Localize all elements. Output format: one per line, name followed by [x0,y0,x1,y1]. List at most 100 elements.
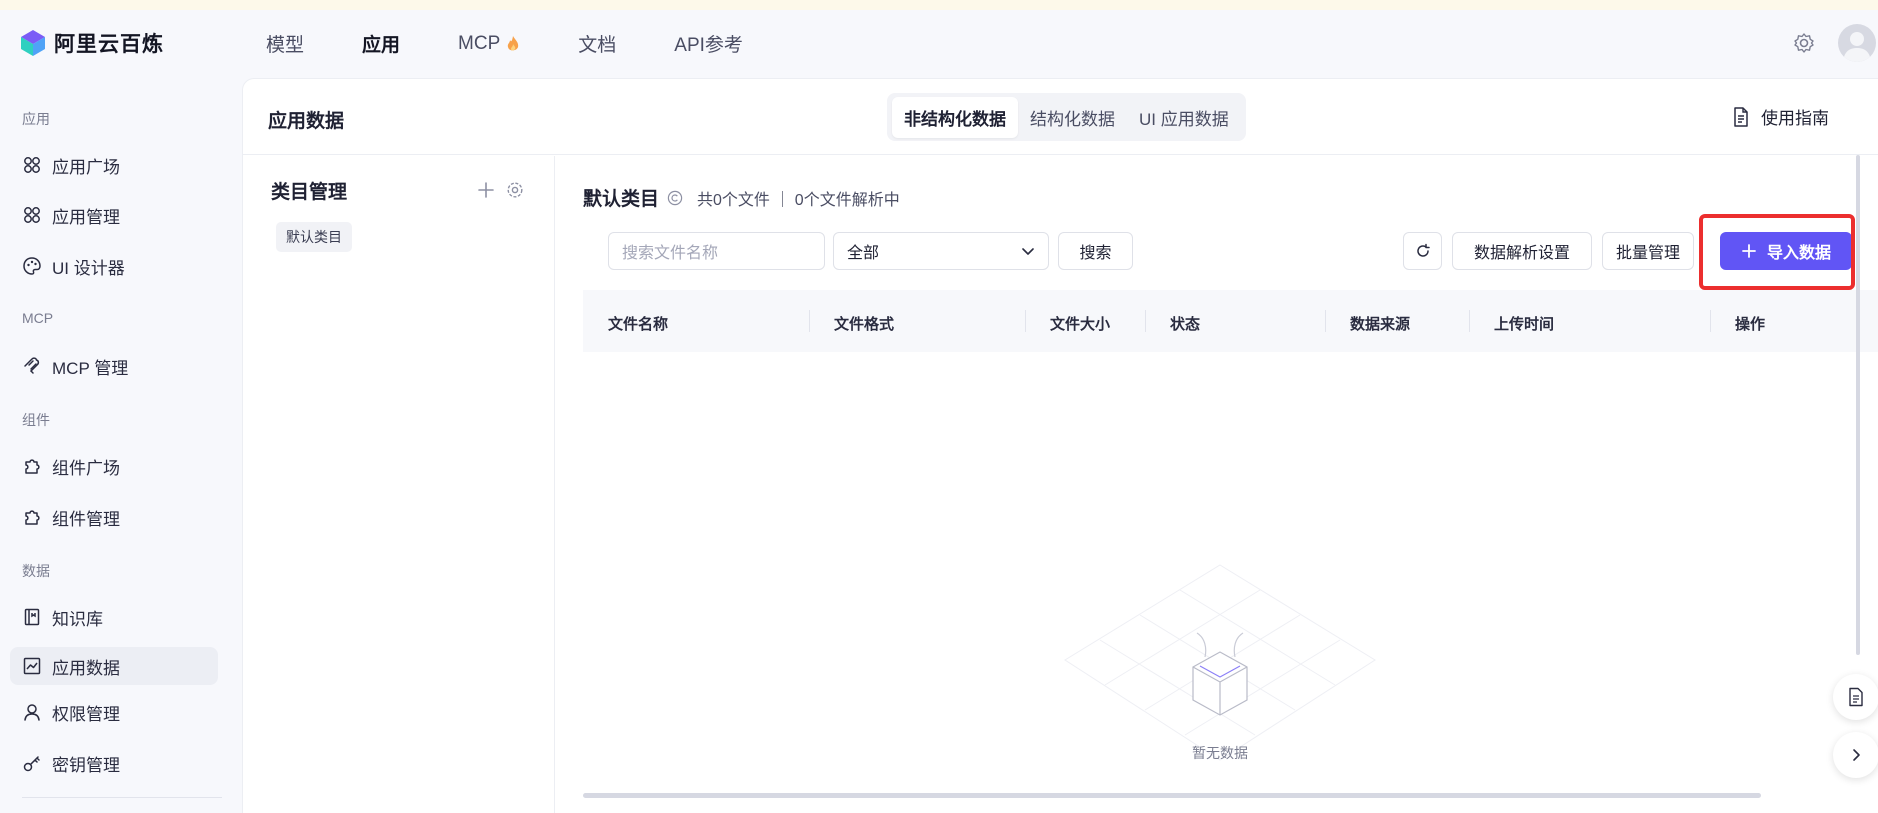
sidebar-item-label: 知识库 [52,609,103,629]
mcp-icon [24,357,40,374]
refresh-icon [1416,243,1430,257]
sidebar-item-label: 应用管理 [52,207,120,227]
sidebar-item-permission-management[interactable]: 权限管理 [10,693,218,731]
category-management-title: 类目管理 [271,182,348,203]
nav-models[interactable]: 模型 [266,30,304,57]
content-header: 默认类目 共0个文件 ｜ 0个文件解析中 [583,184,900,211]
usage-guide-link[interactable]: 使用指南 [1731,104,1829,129]
column-status: 状态 [1170,316,1201,333]
floating-collapse-button[interactable] [1833,732,1878,778]
sidebar-item-label: 应用数据 [52,658,120,678]
palette-icon [23,257,41,275]
column-divider [1469,310,1470,332]
column-divider [809,310,810,332]
sidebar-item-key-management[interactable]: 密钥管理 [10,744,218,782]
sidebar-item-knowledge-base[interactable]: 知识库 [10,598,218,636]
nav-apps-label: 应用 [362,35,401,56]
refresh-button[interactable] [1403,232,1442,270]
column-upload-time: 上传时间 [1494,316,1555,333]
horizontal-scrollbar[interactable] [583,793,1761,798]
sidebar: 应用 应用广场 应用管理 UI 设计器 MCP MCP 管理 组件 组件广场 组… [0,78,240,813]
column-file-name: 文件名称 [608,316,669,333]
grid-icon [24,157,40,173]
logo[interactable]: 阿里云百炼 [20,28,164,58]
column-divider [1710,310,1711,332]
logo-text: 阿里云百炼 [54,33,164,56]
top-banner-strip [0,0,1878,10]
category-settings-icon[interactable] [506,181,524,199]
column-divider [1325,310,1326,332]
add-category-plus-icon[interactable] [476,180,496,200]
usage-guide-label: 使用指南 [1761,109,1829,128]
sidebar-group-data: 数据 [22,563,50,579]
document-icon [1734,106,1748,127]
sidebar-item-ui-designer[interactable]: UI 设计器 [10,247,218,285]
data-type-tabs: 非结构化数据 结构化数据 UI 应用数据 [887,93,1246,141]
nav-mcp[interactable]: MCP [458,30,520,57]
column-data-source: 数据来源 [1350,316,1411,333]
sidebar-item-component-square[interactable]: 组件广场 [10,447,218,485]
tab-unstructured-data[interactable]: 非结构化数据 [892,96,1018,138]
column-file-format: 文件格式 [834,316,895,333]
key-icon [23,756,40,772]
sidebar-item-app-management[interactable]: 应用管理 [10,196,218,234]
book-icon [24,608,40,626]
sidebar-item-label: 密钥管理 [52,755,120,775]
highlight-box [1699,214,1855,290]
sidebar-item-component-management[interactable]: 组件管理 [10,498,218,536]
sidebar-group-components: 组件 [22,412,50,428]
fire-icon [508,35,519,50]
user-icon [24,704,40,721]
file-filter-select[interactable]: 全部 [833,232,1049,270]
column-actions: 操作 [1735,316,1766,333]
copy-icon[interactable] [667,190,683,206]
category-panel [243,156,555,813]
puzzle-icon [25,459,40,474]
sidebar-item-app-data[interactable]: 应用数据 [10,647,218,685]
nav-mcp-label: MCP [458,32,501,54]
user-avatar[interactable] [1838,24,1876,62]
page-header: 应用数据 非结构化数据 结构化数据 UI 应用数据 使用指南 [243,79,1878,155]
tab-ui-app-data[interactable]: UI 应用数据 [1127,97,1241,138]
grid-icon [24,207,40,223]
nav-docs[interactable]: 文档 [578,30,616,57]
sidebar-item-label: 组件广场 [52,458,120,478]
file-table-header: 文件名称 文件格式 文件大小 状态 数据来源 上传时间 操作 [583,290,1878,352]
column-divider [1025,310,1026,332]
chevron-right-icon [1853,749,1860,761]
sidebar-item-label: MCP 管理 [52,358,129,378]
top-nav: 模型 应用 MCP 文档 API参考 [266,30,801,57]
sidebar-group-mcp: MCP [22,310,54,326]
empty-state-text: 暂无数据 [1192,745,1248,761]
floating-document-button[interactable] [1833,674,1878,720]
sidebar-item-app-square[interactable]: 应用广场 [10,146,218,184]
sidebar-item-mcp-management[interactable]: MCP 管理 [10,347,218,385]
current-category-title: 默认类目 [583,189,660,210]
nav-api-reference[interactable]: API参考 [674,30,743,57]
empty-box-illustration [1064,564,1376,761]
file-stats: 共0个文件 ｜ 0个文件解析中 [697,191,900,209]
batch-management-button[interactable]: 批量管理 [1602,232,1694,270]
logo-icon [21,30,45,56]
column-file-size: 文件大小 [1050,316,1111,333]
nav-docs-label: 文档 [578,35,617,56]
sidebar-item-label: 应用广场 [52,157,120,177]
vertical-scrollbar[interactable] [1856,155,1860,655]
sidebar-item-label: UI 设计器 [52,258,125,278]
nav-api-reference-label: API参考 [674,35,743,56]
data-parse-settings-button[interactable]: 数据解析设置 [1452,232,1592,270]
tab-structured-data[interactable]: 结构化数据 [1018,97,1127,138]
settings-gear-icon[interactable] [1793,32,1815,54]
sidebar-item-label: 组件管理 [52,509,120,529]
sidebar-group-apps: 应用 [22,111,50,127]
file-name-search-input[interactable]: 搜索文件名称 [608,232,825,270]
sidebar-item-label: 权限管理 [52,704,120,724]
top-header: 阿里云百炼 模型 应用 MCP 文档 API参考 [0,10,1878,78]
sidebar-divider [22,797,222,798]
category-item-default[interactable]: 默认类目 [276,222,352,252]
search-button[interactable]: 搜索 [1058,232,1133,270]
user-avatar-icon [1843,32,1871,62]
nav-apps[interactable]: 应用 [362,30,400,57]
file-filter-value: 全部 [847,245,880,262]
line-chart-icon [23,657,41,675]
